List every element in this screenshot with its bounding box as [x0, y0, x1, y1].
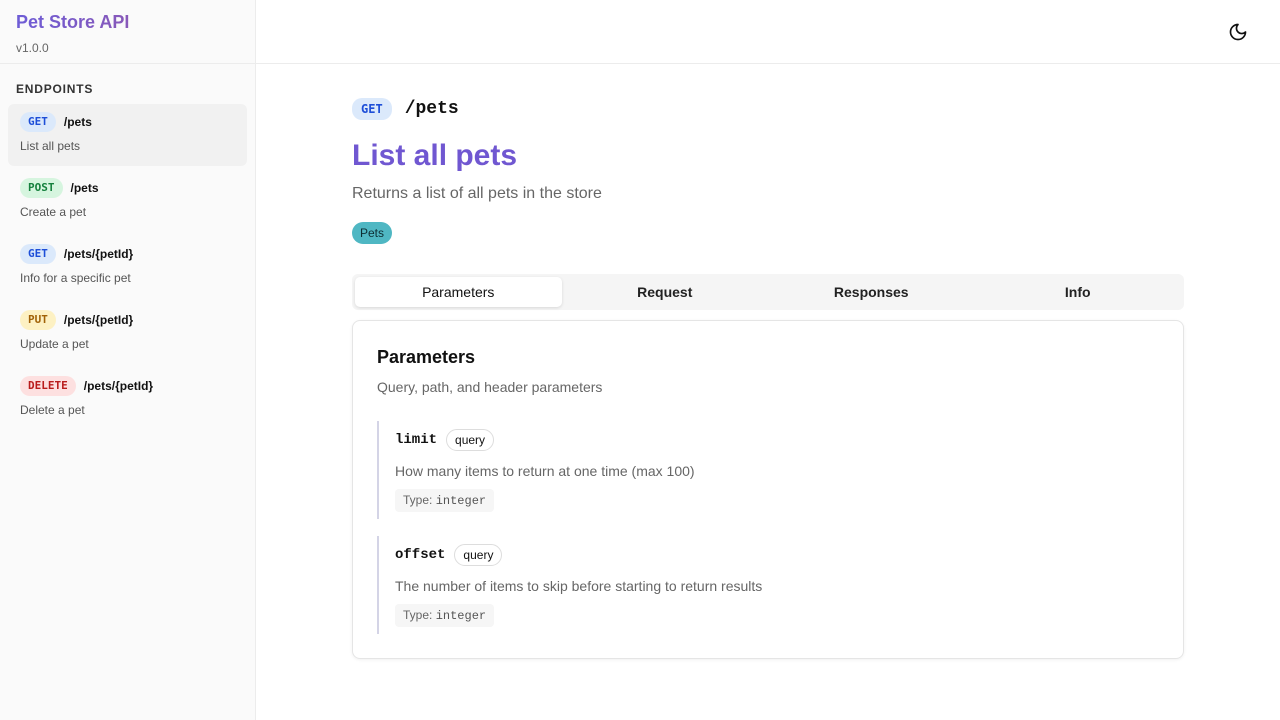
card-subtitle: Query, path, and header parameters [377, 379, 603, 395]
route-path: /pets [404, 99, 459, 119]
endpoint-description: Create a pet [20, 205, 87, 219]
endpoint-row: PUT /pets/{petId} [20, 310, 235, 330]
tag-badge: Pets [352, 222, 393, 244]
parameter-item: offset query The number of items to skip… [377, 536, 1159, 634]
endpoint-row: GET /pets [20, 112, 235, 132]
method-badge: GET [20, 244, 56, 264]
sidebar-endpoint-delete-pet[interactable]: DELETE /pets/{petId} Delete a pet [8, 368, 247, 430]
parameter-type: Type: integer [395, 489, 495, 512]
endpoint-row: POST /pets [20, 178, 235, 198]
type-value: integer [435, 494, 487, 508]
endpoint-description: Update a pet [20, 337, 89, 351]
parameter-location-badge: query [446, 429, 495, 451]
main-panel: GET /pets List all pets Returns a list o… [256, 0, 1280, 720]
endpoint-path: /pets [63, 115, 92, 129]
card-title: Parameters [377, 347, 476, 367]
parameter-header: offset query [395, 544, 1159, 566]
sidebar-endpoint-post-pets[interactable]: POST /pets Create a pet [8, 170, 247, 232]
sidebar-endpoint-get-pets[interactable]: GET /pets List all pets [8, 104, 247, 166]
method-badge: GET [352, 98, 392, 120]
endpoint-row: DELETE /pets/{petId} [20, 376, 235, 396]
endpoint-list: GET /pets List all pets POST /pets Creat… [0, 104, 255, 430]
tab-bar: Parameters Request Responses Info [352, 274, 1184, 310]
theme-toggle-button[interactable] [1228, 22, 1248, 42]
parameter-item: limit query How many items to return at … [377, 421, 1159, 519]
endpoint-path: /pets/{petId} [63, 313, 134, 327]
page-title: List all pets [352, 139, 518, 172]
parameter-description: The number of items to skip before start… [395, 578, 763, 594]
endpoint-path: /pets/{petId} [83, 379, 154, 393]
method-badge: GET [20, 112, 56, 132]
sidebar-endpoint-put-pet[interactable]: PUT /pets/{petId} Update a pet [8, 302, 247, 364]
parameter-type: Type: integer [395, 604, 495, 627]
method-badge: DELETE [20, 376, 76, 396]
endpoint-description: Info for a specific pet [20, 271, 131, 285]
parameter-description: How many items to return at one time (ma… [395, 463, 695, 479]
method-badge: PUT [20, 310, 56, 330]
endpoint-description: Delete a pet [20, 403, 85, 417]
sidebar-endpoint-get-pet-by-id[interactable]: GET /pets/{petId} Info for a specific pe… [8, 236, 247, 298]
tab-responses[interactable]: Responses [768, 277, 975, 307]
moon-icon [1229, 23, 1247, 41]
app-root: Pet Store API v1.0.0 ENDPOINTS GET /pets… [0, 0, 1280, 720]
endpoint-path: /pets/{petId} [63, 247, 134, 261]
page-description: Returns a list of all pets in the store [352, 185, 602, 202]
parameter-name: limit [395, 432, 438, 448]
topbar [256, 0, 1280, 64]
parameter-location-badge: query [454, 544, 503, 566]
type-value: integer [435, 609, 487, 623]
endpoint-row: GET /pets/{petId} [20, 244, 235, 264]
endpoint-path: /pets [70, 181, 99, 195]
endpoints-section-label: ENDPOINTS [16, 82, 94, 96]
route-line: GET /pets [352, 97, 1184, 121]
parameter-name: offset [395, 547, 446, 563]
tab-request[interactable]: Request [562, 277, 769, 307]
sidebar-header: Pet Store API v1.0.0 [0, 0, 255, 64]
app-version: v1.0.0 [16, 41, 49, 55]
sidebar: Pet Store API v1.0.0 ENDPOINTS GET /pets… [0, 0, 256, 720]
tab-parameters[interactable]: Parameters [355, 277, 562, 307]
parameters-card: Parameters Query, path, and header param… [352, 320, 1184, 659]
app-title[interactable]: Pet Store API [16, 11, 239, 33]
method-badge: POST [20, 178, 63, 198]
parameter-header: limit query [395, 429, 1159, 451]
type-label: Type: [403, 493, 433, 507]
type-label: Type: [403, 608, 433, 622]
endpoint-detail: GET /pets List all pets Returns a list o… [352, 64, 1184, 659]
tab-info[interactable]: Info [975, 277, 1182, 307]
endpoint-description: List all pets [20, 139, 81, 153]
